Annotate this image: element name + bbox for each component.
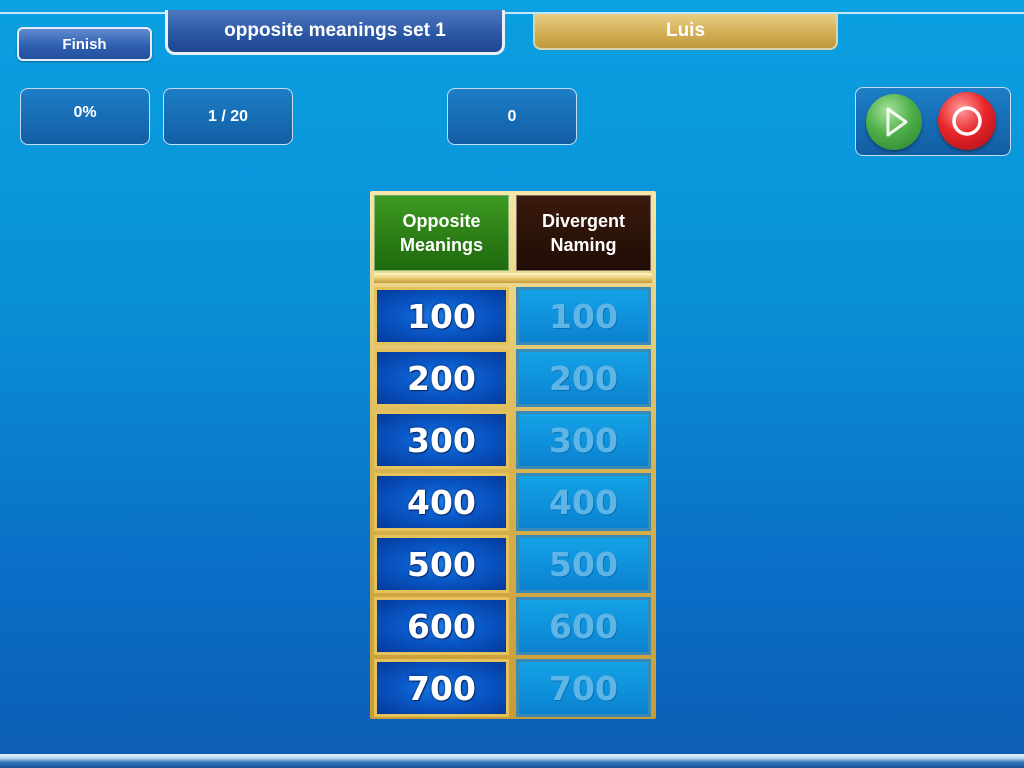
bottom-bar bbox=[0, 754, 1024, 768]
playback-controls bbox=[855, 87, 1011, 156]
stop-button[interactable] bbox=[938, 92, 996, 150]
tile-divergent-600[interactable]: 600 bbox=[516, 597, 651, 655]
percent-value: 0% bbox=[73, 103, 97, 121]
progress-box: 1 / 20 bbox=[163, 88, 293, 145]
tile-divergent-500[interactable]: 500 bbox=[516, 535, 651, 593]
tile-divergent-700[interactable]: 700 bbox=[516, 659, 651, 717]
tile-opposite-100[interactable]: 100 bbox=[374, 287, 509, 345]
tile-opposite-600[interactable]: 600 bbox=[374, 597, 509, 655]
tile-divergent-200[interactable]: 200 bbox=[516, 349, 651, 407]
tile-divergent-400[interactable]: 400 bbox=[516, 473, 651, 531]
game-board: Opposite Meanings Divergent Naming 100 2… bbox=[370, 191, 656, 719]
tile-opposite-500[interactable]: 500 bbox=[374, 535, 509, 593]
progress-value: 1 / 20 bbox=[207, 107, 249, 125]
category-header-divergent-naming: Divergent Naming bbox=[516, 195, 651, 271]
game-title-tab: opposite meanings set 1 bbox=[165, 10, 505, 55]
top-divider bbox=[0, 12, 1024, 14]
category-header-opposite-meanings: Opposite Meanings bbox=[374, 195, 509, 271]
player-name: Luis bbox=[665, 20, 706, 41]
category-label: Opposite Meanings bbox=[399, 211, 483, 255]
play-button[interactable] bbox=[866, 94, 922, 150]
score-value: 0 bbox=[507, 107, 517, 125]
tile-divergent-100[interactable]: 100 bbox=[516, 287, 651, 345]
tile-divergent-300[interactable]: 300 bbox=[516, 411, 651, 469]
play-icon bbox=[886, 107, 908, 137]
percent-box: 0% bbox=[20, 88, 150, 145]
category-divider bbox=[374, 273, 652, 283]
category-label: Divergent Naming bbox=[541, 211, 626, 255]
score-box: 0 bbox=[447, 88, 577, 145]
tile-opposite-300[interactable]: 300 bbox=[374, 411, 509, 469]
tile-opposite-200[interactable]: 200 bbox=[374, 349, 509, 407]
game-title: opposite meanings set 1 bbox=[224, 20, 446, 41]
stop-icon bbox=[952, 106, 982, 136]
player-tab[interactable]: Luis bbox=[533, 14, 838, 50]
tile-opposite-400[interactable]: 400 bbox=[374, 473, 509, 531]
finish-button[interactable]: Finish bbox=[17, 27, 152, 61]
tile-opposite-700[interactable]: 700 bbox=[374, 659, 509, 717]
